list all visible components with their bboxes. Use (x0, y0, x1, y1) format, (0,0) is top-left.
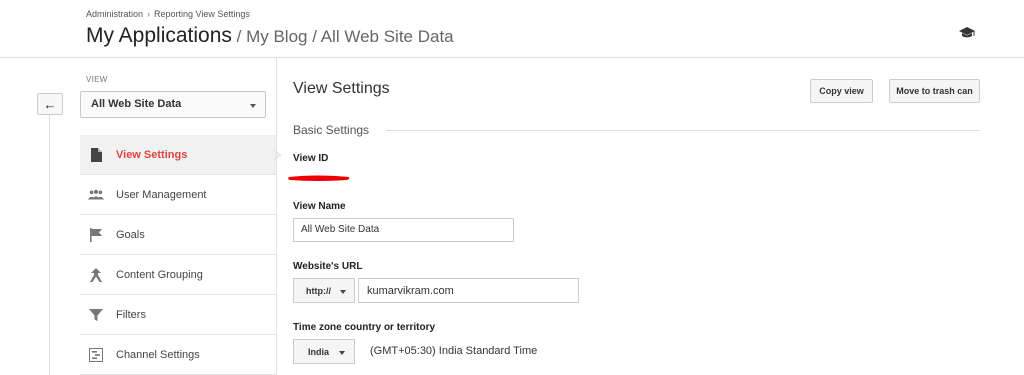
back-button[interactable]: ← (37, 93, 63, 115)
section-heading: View Settings (293, 80, 390, 97)
account-title[interactable]: My Applications (86, 24, 232, 47)
view-name-label: View Name (293, 201, 346, 212)
basic-settings-heading: Basic Settings (293, 123, 370, 137)
sidebar-item-user-management[interactable]: User Management (80, 175, 276, 215)
timezone-country-dropdown[interactable]: India (293, 339, 355, 364)
breadcrumb-administration-link[interactable]: Administration (86, 9, 143, 19)
arrow-left-icon: ← (43, 96, 57, 112)
sidebar-item-content-grouping[interactable]: Content Grouping (80, 255, 276, 295)
active-pointer-icon (273, 150, 281, 160)
sidebar-item-label: Channel Settings (116, 348, 200, 361)
property-view-path[interactable]: / My Blog / All Web Site Data (232, 27, 454, 46)
timezone-country-value: India (308, 347, 330, 357)
website-url-field[interactable]: kumarvikram.com (358, 278, 579, 303)
view-id-label: View ID (293, 153, 329, 164)
view-select[interactable]: All Web Site Data (80, 91, 266, 118)
sidebar-item-goals[interactable]: Goals (80, 215, 276, 255)
sidebar-item-label: View Settings (116, 148, 188, 161)
header-divider (0, 57, 1024, 58)
sidebar-item-view-settings[interactable]: View Settings (80, 135, 276, 175)
chevron-down-icon (339, 351, 345, 355)
view-label: VIEW (86, 75, 108, 84)
sidebar-item-label: User Management (116, 188, 207, 201)
breadcrumb: Administration › Reporting View Settings (86, 9, 250, 19)
channel-settings-icon (88, 347, 104, 362)
filter-icon (88, 308, 104, 322)
grouping-icon (88, 267, 104, 282)
url-protocol-value: http:// (306, 286, 331, 296)
sidebar-divider (276, 57, 277, 375)
sidebar-item-filters[interactable]: Filters (80, 295, 276, 335)
chevron-down-icon (340, 290, 346, 294)
sidebar-item-label: Goals (116, 228, 145, 241)
chevron-down-icon (250, 104, 256, 108)
timezone-value[interactable]: (GMT+05:30) India Standard Time (370, 345, 537, 357)
breadcrumb-current: Reporting View Settings (154, 9, 250, 19)
breadcrumb-separator: › (147, 9, 151, 19)
move-to-trash-button[interactable]: Move to trash can (889, 79, 980, 103)
website-url-label: Website's URL (293, 261, 363, 272)
copy-view-button[interactable]: Copy view (810, 79, 873, 103)
redaction-mark (288, 175, 350, 181)
page-title: My Applications / My Blog / All Web Site… (86, 24, 454, 48)
sidebar-item-label: Filters (116, 308, 146, 321)
view-select-value: All Web Site Data (91, 98, 182, 110)
sidebar-item-channel-settings[interactable]: Channel Settings (80, 335, 276, 375)
users-icon (88, 188, 104, 202)
view-name-field[interactable]: All Web Site Data (293, 218, 514, 242)
url-protocol-dropdown[interactable]: http:// (293, 278, 355, 303)
timezone-label: Time zone country or territory (293, 322, 436, 333)
sidebar-item-label: Content Grouping (116, 268, 203, 281)
basic-settings-divider (386, 130, 980, 131)
flag-icon (88, 227, 104, 242)
document-icon (88, 147, 104, 162)
graduation-cap-icon[interactable] (958, 26, 976, 40)
back-line-divider (49, 115, 50, 375)
